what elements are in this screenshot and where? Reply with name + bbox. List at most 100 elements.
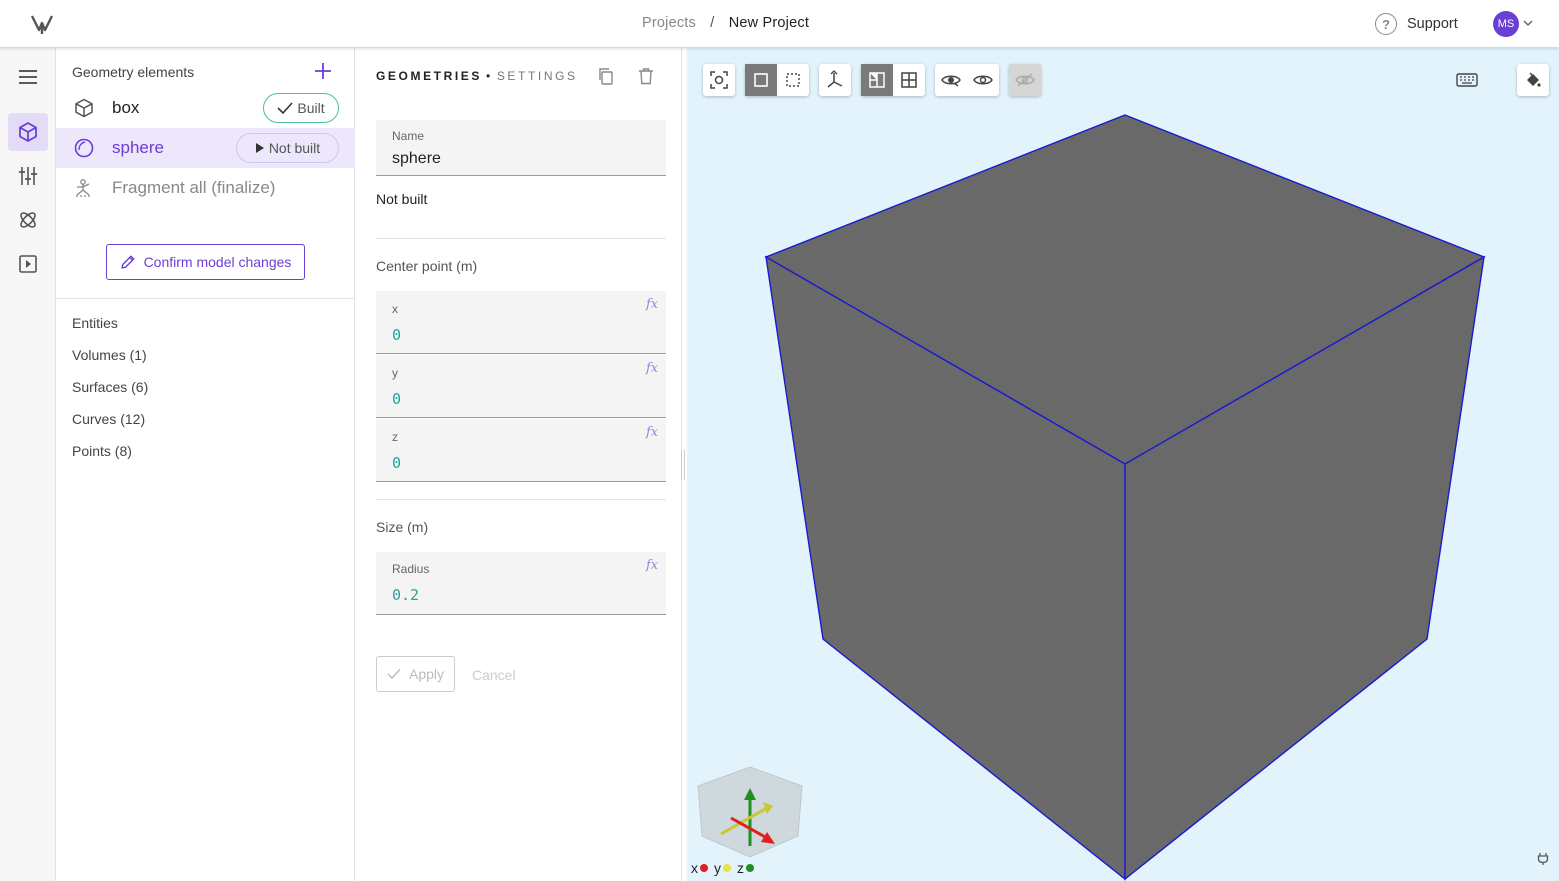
toolbar-view-mode <box>861 64 925 96</box>
copy-icon[interactable] <box>597 67 615 85</box>
axis-z-label: z <box>737 860 744 876</box>
add-geometry-icon[interactable] <box>314 62 332 80</box>
center-point-heading: Center point (m) <box>376 258 478 274</box>
center-x-field[interactable]: x 0 fx <box>376 291 666 354</box>
model-scene[interactable] <box>687 48 1559 881</box>
eye-show-icon <box>973 75 993 85</box>
breadcrumb-projects-link[interactable]: Projects <box>642 15 696 31</box>
not-built-status-label: Not built <box>268 140 321 156</box>
formula-icon[interactable]: fx <box>646 425 658 440</box>
geometry-item-box[interactable]: box Built <box>56 88 355 128</box>
menu-button[interactable] <box>8 58 48 96</box>
eye-hide-icon <box>941 75 961 87</box>
radius-field[interactable]: Radius 0.2 fx <box>376 552 666 615</box>
support-button[interactable]: ? Support <box>1375 12 1458 36</box>
toolbar-selection <box>745 64 809 96</box>
zoom-fit-button[interactable] <box>703 64 735 96</box>
geometry-item-fragment-all[interactable]: Fragment all (finalize) <box>56 168 355 208</box>
support-label: Support <box>1407 16 1458 32</box>
name-field[interactable]: Name sphere <box>376 120 666 176</box>
square-icon <box>754 73 768 87</box>
breadcrumb-current-project: New Project <box>728 15 810 31</box>
confirm-model-changes-button[interactable]: Confirm model changes <box>106 244 305 280</box>
panel-resize-handle[interactable] <box>681 450 685 480</box>
select-solid-button[interactable] <box>745 64 777 96</box>
wireframe-view-button[interactable] <box>893 64 925 96</box>
hide-button[interactable] <box>935 64 967 96</box>
top-bar: Projects / New Project ? Support MS <box>0 0 1559 48</box>
apply-label: Apply <box>408 666 445 682</box>
app-logo-icon[interactable] <box>28 10 56 38</box>
surface-view-button[interactable] <box>861 64 893 96</box>
cube-icon <box>19 122 37 142</box>
play-icon <box>255 143 264 153</box>
entity-points[interactable]: Points (8) <box>72 443 148 475</box>
paint-bucket-icon <box>1527 72 1541 87</box>
tab-geometries[interactable]: Geometries <box>376 69 482 83</box>
z-axis-dot <box>746 864 754 872</box>
checkmark-icon <box>387 668 401 680</box>
show-button[interactable] <box>967 64 999 96</box>
divider <box>376 499 666 500</box>
apply-button[interactable]: Apply <box>376 656 455 692</box>
breadcrumb-separator: / <box>710 15 715 31</box>
trash-icon[interactable] <box>638 67 654 85</box>
geometry-item-sphere[interactable]: sphere Not built <box>56 128 355 168</box>
keyboard-icon <box>1456 73 1478 87</box>
center-y-field[interactable]: y 0 fx <box>376 355 666 418</box>
formula-icon[interactable]: fx <box>646 297 658 312</box>
geometry-item-label: box <box>112 98 140 117</box>
built-status-label: Built <box>297 100 325 116</box>
user-avatar[interactable]: MS <box>1493 11 1519 37</box>
size-heading: Size (m) <box>376 519 429 535</box>
formula-icon[interactable]: fx <box>646 558 658 573</box>
icon-rail <box>0 48 56 881</box>
paint-button[interactable] <box>1517 64 1549 96</box>
entity-surfaces[interactable]: Surfaces (6) <box>72 379 148 411</box>
3d-viewport[interactable]: x y z <box>687 48 1559 881</box>
orientation-gizmo[interactable] <box>695 766 805 858</box>
center-z-field[interactable]: z 0 fx <box>376 419 666 482</box>
entity-volumes[interactable]: Volumes (1) <box>72 347 148 379</box>
geometry-panel: Geometry elements box Built sphere Not b… <box>56 48 355 881</box>
confirm-model-changes-label: Confirm model changes <box>143 254 292 270</box>
formula-icon[interactable]: fx <box>646 361 658 376</box>
pencil-icon <box>120 255 134 269</box>
geometry-item-label: sphere <box>112 138 164 157</box>
entity-curves[interactable]: Curves (12) <box>72 411 148 443</box>
tab-separator: • <box>486 69 493 83</box>
center-z-label: z <box>392 430 398 444</box>
center-y-value[interactable]: 0 <box>392 390 401 408</box>
chevron-down-icon[interactable] <box>1522 17 1534 29</box>
cube-icon <box>75 98 93 118</box>
radius-value[interactable]: 0.2 <box>392 586 419 604</box>
isolate-button[interactable] <box>1009 64 1041 96</box>
center-z-value[interactable]: 0 <box>392 454 401 472</box>
connection-plug-icon <box>1537 853 1549 865</box>
name-field-value[interactable]: sphere <box>392 150 441 168</box>
tab-settings[interactable]: Settings <box>497 69 578 83</box>
center-y-label: y <box>392 366 398 380</box>
cancel-button[interactable]: Cancel <box>472 667 516 683</box>
fragment-icon <box>76 179 92 197</box>
keyboard-shortcuts-button[interactable] <box>1451 64 1483 96</box>
axes-toggle-button[interactable] <box>819 64 851 96</box>
center-x-label: x <box>392 302 398 316</box>
settings-nav-button[interactable] <box>8 157 48 195</box>
radius-label: Radius <box>392 562 430 576</box>
select-box-button[interactable] <box>777 64 809 96</box>
build-status-text: Not built <box>376 191 428 207</box>
axes-icon <box>827 70 843 88</box>
built-status-badge[interactable]: Built <box>263 93 339 123</box>
checkmark-icon <box>277 102 293 115</box>
axis-y-label: y <box>714 860 721 876</box>
build-button[interactable]: Not built <box>236 133 339 163</box>
grid-icon <box>901 72 917 88</box>
center-x-value[interactable]: 0 <box>392 326 401 344</box>
simulation-nav-button[interactable] <box>8 245 48 283</box>
toolbar-isolate <box>1009 64 1041 96</box>
y-axis-dot <box>723 864 731 872</box>
geometry-nav-button[interactable] <box>8 113 48 151</box>
physics-nav-button[interactable] <box>8 201 48 239</box>
name-field-label: Name <box>392 129 425 143</box>
